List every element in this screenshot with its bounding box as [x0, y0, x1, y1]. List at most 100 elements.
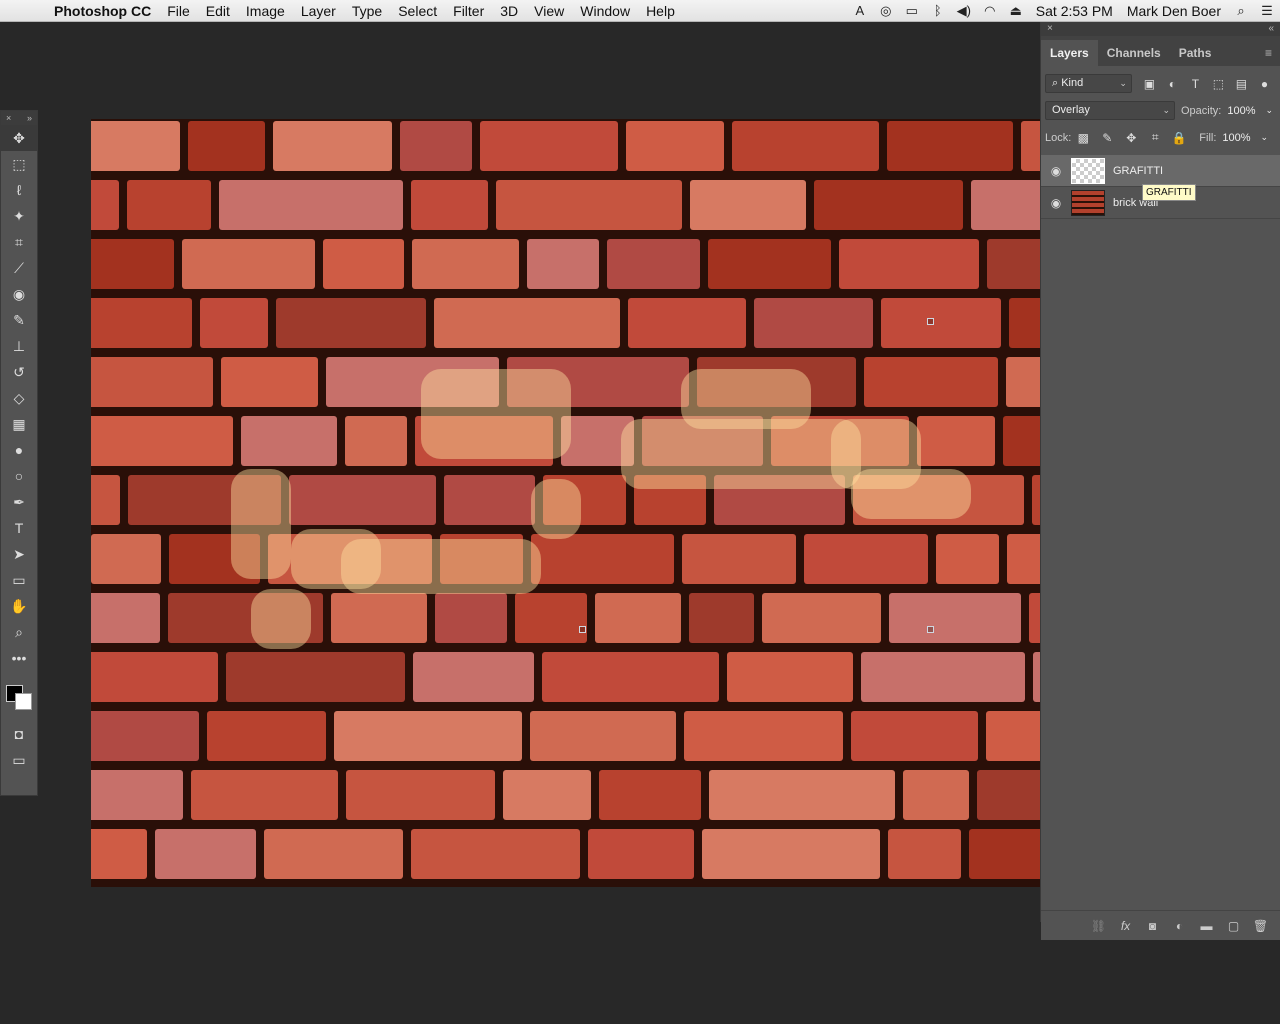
opacity-input[interactable]: 100%: [1227, 105, 1255, 117]
layer-thumbnail: [1071, 157, 1105, 184]
wifi-icon[interactable]: ◠: [977, 3, 1003, 19]
creative-cloud-icon[interactable]: ◎: [873, 3, 899, 19]
menu-help[interactable]: Help: [638, 0, 683, 22]
filter-kind-select[interactable]: ⌕ Kind ⌄: [1045, 74, 1132, 93]
transform-handle[interactable]: [927, 626, 934, 633]
tab-layers[interactable]: Layers: [1041, 40, 1098, 66]
pen-tool-icon[interactable]: ✒: [1, 489, 37, 515]
collapse-icon[interactable]: »: [27, 111, 32, 125]
brick: [207, 711, 326, 761]
healing-brush-tool-icon[interactable]: ◉: [1, 281, 37, 307]
screen-mode-icon[interactable]: ▭: [1, 747, 37, 773]
app-menu[interactable]: Photoshop CC: [44, 0, 159, 22]
type-filter-icon[interactable]: T: [1184, 77, 1207, 91]
menu-filter[interactable]: Filter: [445, 0, 492, 22]
filter-toggle-icon[interactable]: ●: [1253, 77, 1276, 91]
pixel-filter-icon[interactable]: ▣: [1138, 77, 1161, 91]
smart-object-filter-icon[interactable]: ▤: [1230, 77, 1253, 91]
user-name[interactable]: Mark Den Boer: [1120, 0, 1228, 22]
clone-stamp-tool-icon[interactable]: ⊥: [1, 333, 37, 359]
menu-edit[interactable]: Edit: [198, 0, 238, 22]
hand-tool-icon[interactable]: ✋: [1, 593, 37, 619]
transform-handle[interactable]: [579, 626, 586, 633]
blur-tool-icon[interactable]: ●: [1, 437, 37, 463]
layer-style-fx-icon[interactable]: fx: [1112, 919, 1139, 933]
dodge-tool-icon[interactable]: ○: [1, 463, 37, 489]
lock-row: Lock: ▩ ✎ ✥ ⌗ 🔒 Fill: 100% ⌄: [1041, 124, 1280, 151]
brick: [241, 416, 337, 466]
brick: [91, 593, 160, 643]
adobe-icon[interactable]: A: [847, 3, 873, 18]
visibility-eye-icon[interactable]: ◉: [1041, 196, 1071, 210]
lock-all-icon[interactable]: 🔒: [1167, 131, 1191, 145]
lasso-tool-icon[interactable]: ℓ: [1, 177, 37, 203]
airplay-icon[interactable]: ▭: [899, 3, 925, 19]
visibility-eye-icon[interactable]: ◉: [1041, 164, 1071, 178]
clock[interactable]: Sat 2:53 PM: [1029, 0, 1120, 22]
marquee-tool-icon[interactable]: ⬚: [1, 151, 37, 177]
collapse-icon[interactable]: «: [1268, 22, 1274, 36]
trash-icon[interactable]: 🗑: [1247, 919, 1274, 933]
lock-artboard-icon[interactable]: ⌗: [1143, 130, 1167, 145]
spotlight-search-icon[interactable]: ⌕: [1228, 3, 1254, 19]
adjustment-filter-icon[interactable]: ◐: [1161, 77, 1184, 91]
menu-3d[interactable]: 3D: [492, 0, 526, 22]
close-icon[interactable]: ×: [6, 111, 11, 125]
magic-wand-tool-icon[interactable]: ✦: [1, 203, 37, 229]
brick: [936, 534, 999, 584]
menu-file[interactable]: File: [159, 0, 198, 22]
close-icon[interactable]: ×: [1047, 22, 1053, 36]
menu-select[interactable]: Select: [390, 0, 445, 22]
brick: [531, 534, 674, 584]
eyedropper-tool-icon[interactable]: ⟋: [1, 255, 37, 281]
adjustment-layer-icon[interactable]: ◐: [1166, 919, 1193, 933]
menu-type[interactable]: Type: [344, 0, 390, 22]
panel-menu-icon[interactable]: ≡: [1257, 40, 1280, 66]
lock-transparent-icon[interactable]: ▩: [1071, 131, 1095, 145]
chevron-down-icon[interactable]: ⌄: [1261, 132, 1269, 143]
move-tool-icon[interactable]: ✥: [1, 125, 37, 151]
quick-mask-icon[interactable]: ◘: [1, 721, 37, 747]
search-icon: ⌕: [1052, 77, 1062, 89]
notification-center-icon[interactable]: ☰: [1254, 3, 1280, 19]
link-layers-icon[interactable]: ⛓: [1085, 919, 1112, 933]
zoom-tool-icon[interactable]: ⌕: [1, 619, 37, 645]
brick: [888, 829, 961, 879]
eject-icon[interactable]: ⏏: [1003, 3, 1029, 19]
add-mask-icon[interactable]: ◙: [1139, 919, 1166, 933]
volume-icon[interactable]: ◀): [951, 3, 977, 19]
eraser-tool-icon[interactable]: ◇: [1, 385, 37, 411]
shape-filter-icon[interactable]: ⬚: [1207, 77, 1230, 91]
type-tool-icon[interactable]: T: [1, 515, 37, 541]
blend-mode-select[interactable]: Overlay ⌄: [1045, 101, 1175, 120]
menu-window[interactable]: Window: [572, 0, 638, 22]
path-selection-tool-icon[interactable]: ➤: [1, 541, 37, 567]
menu-layer[interactable]: Layer: [293, 0, 344, 22]
lock-image-icon[interactable]: ✎: [1095, 131, 1119, 145]
history-brush-tool-icon[interactable]: ↺: [1, 359, 37, 385]
tab-channels[interactable]: Channels: [1098, 40, 1170, 66]
brick: [226, 652, 405, 702]
new-layer-icon[interactable]: ▢: [1220, 919, 1247, 933]
layer-row[interactable]: ◉ GRAFITTI: [1041, 155, 1280, 187]
tab-paths[interactable]: Paths: [1170, 40, 1221, 66]
brick: [969, 829, 1040, 879]
chevron-down-icon[interactable]: ⌄: [1266, 105, 1274, 116]
fill-input[interactable]: 100%: [1222, 132, 1250, 144]
more-tools-icon[interactable]: •••: [1, 645, 37, 671]
transform-handle[interactable]: [927, 318, 934, 325]
rectangle-tool-icon[interactable]: ▭: [1, 567, 37, 593]
brush-tool-icon[interactable]: ✎: [1, 307, 37, 333]
menu-image[interactable]: Image: [238, 0, 293, 22]
new-group-icon[interactable]: ▬: [1193, 919, 1220, 933]
lock-position-icon[interactable]: ✥: [1119, 131, 1143, 145]
background-color-swatch[interactable]: [15, 693, 32, 710]
bluetooth-icon[interactable]: ᛒ: [925, 3, 951, 18]
crop-tool-icon[interactable]: ⌗: [1, 229, 37, 255]
color-swatches: [1, 671, 37, 721]
layer-name[interactable]: GRAFITTI: [1113, 165, 1163, 177]
brick: [971, 180, 1040, 230]
gradient-tool-icon[interactable]: ▦: [1, 411, 37, 437]
document-canvas[interactable]: [91, 119, 1040, 887]
menu-view[interactable]: View: [526, 0, 572, 22]
